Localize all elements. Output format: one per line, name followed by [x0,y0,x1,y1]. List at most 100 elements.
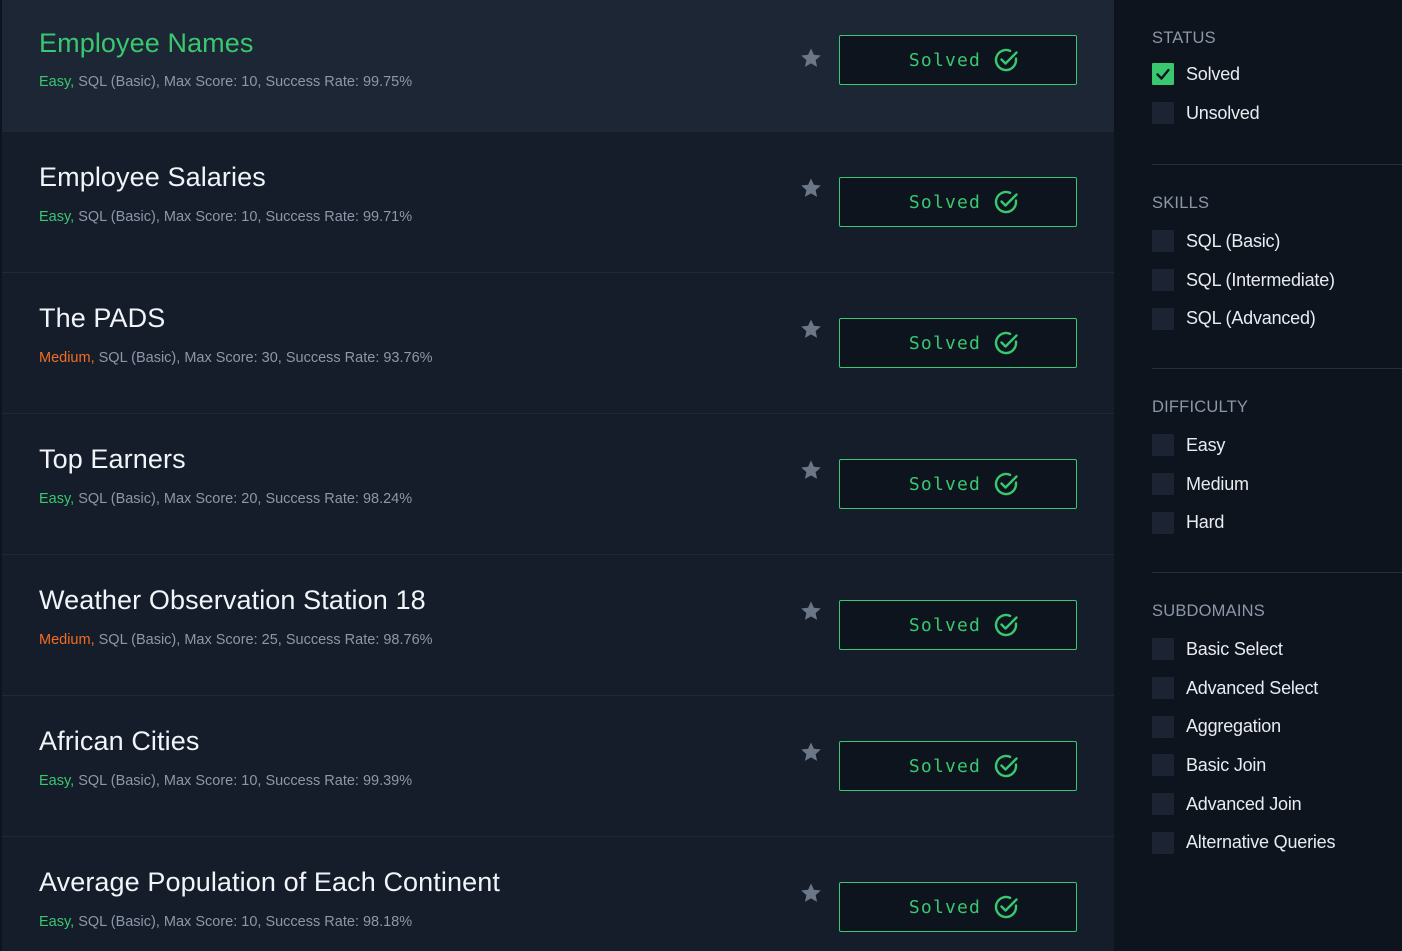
filter-option-sql-intermediate[interactable]: SQL (Intermediate) [1152,261,1402,300]
solved-label: Solved [908,755,982,777]
challenge-meta: Easy, SQL (Basic), Max Score: 10, Succes… [39,773,412,789]
difficulty-label: Easy, [39,209,75,225]
checkbox[interactable] [1152,677,1174,700]
challenge-meta: Easy, SQL (Basic), Max Score: 10, Succes… [39,209,412,225]
filter-label: Basic Join [1186,754,1267,775]
solved-label: Solved [908,191,982,213]
filter-heading: SKILLS [1152,194,1210,212]
challenge-title[interactable]: Average Population of Each Continent [39,867,500,898]
filter-option-easy[interactable]: Easy [1152,426,1402,465]
solved-label: Solved [908,332,982,354]
challenge-row[interactable]: Employee Salaries Easy, SQL (Basic), Max… [2,132,1114,273]
star-icon[interactable] [799,317,823,341]
challenge-title[interactable]: Employee Salaries [39,162,266,193]
section-divider [1152,368,1402,369]
checkbox[interactable] [1152,307,1174,330]
challenge-row[interactable]: Top Earners Easy, SQL (Basic), Max Score… [2,414,1114,555]
checkbox[interactable] [1152,230,1174,253]
checkbox[interactable] [1152,511,1174,534]
filter-option-alternative-queries[interactable]: Alternative Queries [1152,823,1402,862]
filter-option-hard[interactable]: Hard [1152,503,1402,542]
filter-option-basic-select[interactable]: Basic Select [1152,630,1402,669]
filter-option-sql-basic[interactable]: SQL (Basic) [1152,222,1402,261]
difficulty-label: Medium, [39,632,95,648]
check-circle-icon [994,48,1018,72]
checkbox[interactable] [1152,434,1174,457]
challenge-row[interactable]: The PADS Medium, SQL (Basic), Max Score:… [2,273,1114,414]
challenge-row[interactable]: African Cities Easy, SQL (Basic), Max Sc… [2,696,1114,837]
challenge-row[interactable]: Employee Names Easy, SQL (Basic), Max Sc… [2,0,1114,132]
star-icon[interactable] [799,458,823,482]
challenge-title[interactable]: Top Earners [39,444,186,475]
star-icon[interactable] [799,740,823,764]
filter-option-basic-join[interactable]: Basic Join [1152,746,1402,785]
filter-label: SQL (Basic) [1186,230,1281,251]
check-circle-icon [994,895,1018,919]
solved-button[interactable]: Solved [839,318,1077,368]
star-icon[interactable] [799,881,823,905]
checkbox[interactable] [1152,102,1174,125]
filter-heading: SUBDOMAINS [1152,602,1265,620]
checkbox[interactable] [1152,269,1174,292]
difficulty-label: Easy, [39,914,75,930]
challenge-meta: Easy, SQL (Basic), Max Score: 20, Succes… [39,491,412,507]
difficulty-label: Easy, [39,773,75,789]
checkbox[interactable] [1152,473,1174,496]
star-icon[interactable] [799,46,823,70]
solved-button[interactable]: Solved [839,35,1077,85]
star-icon[interactable] [799,599,823,623]
difficulty-label: Medium, [39,350,95,366]
checkbox[interactable] [1152,754,1174,777]
difficulty-label: Easy, [39,74,75,90]
challenge-title[interactable]: Employee Names [39,28,254,59]
filter-label: Easy [1186,434,1226,455]
checkbox[interactable] [1152,715,1174,738]
star-icon[interactable] [799,176,823,200]
solved-button[interactable]: Solved [839,882,1077,932]
challenge-meta: Easy, SQL (Basic), Max Score: 10, Succes… [39,74,412,90]
checkbox[interactable] [1152,638,1174,661]
filter-status: STATUS Solved Unsolved [1152,28,1402,132]
filter-option-unsolved[interactable]: Unsolved [1152,94,1402,133]
filter-label: Basic Select [1186,638,1283,659]
filter-label: Advanced Join [1186,793,1302,814]
check-circle-icon [994,190,1018,214]
solved-button[interactable]: Solved [839,177,1077,227]
check-circle-icon [994,331,1018,355]
filter-option-aggregation[interactable]: Aggregation [1152,707,1402,746]
filter-heading: DIFFICULTY [1152,398,1249,416]
check-circle-icon [994,472,1018,496]
solved-button[interactable]: Solved [839,600,1077,650]
challenge-list: Employee Names Easy, SQL (Basic), Max Sc… [0,0,1114,951]
filter-option-medium[interactable]: Medium [1152,465,1402,504]
challenge-meta: Medium, SQL (Basic), Max Score: 30, Succ… [39,350,433,366]
solved-button[interactable]: Solved [839,459,1077,509]
filter-option-sql-advanced[interactable]: SQL (Advanced) [1152,299,1402,338]
solved-button[interactable]: Solved [839,741,1077,791]
filter-sidebar: STATUS Solved Unsolved SKILLS SQL (Basic… [1114,0,1402,951]
filter-option-solved[interactable]: Solved [1152,55,1402,94]
challenge-row[interactable]: Average Population of Each Continent Eas… [2,837,1114,951]
filter-label: SQL (Advanced) [1186,308,1316,329]
challenge-title[interactable]: African Cities [39,726,199,757]
challenge-details: SQL (Basic), Max Score: 25, Success Rate… [94,632,433,648]
challenge-row[interactable]: Weather Observation Station 18 Medium, S… [2,555,1114,696]
filter-option-advanced-join[interactable]: Advanced Join [1152,785,1402,824]
challenge-details: SQL (Basic), Max Score: 30, Success Rate… [94,350,433,366]
solved-label: Solved [908,614,982,636]
challenge-meta: Easy, SQL (Basic), Max Score: 10, Succes… [39,914,412,930]
challenge-details: SQL (Basic), Max Score: 10, Success Rate… [74,209,413,225]
filter-label: Advanced Select [1186,677,1319,698]
filter-label: Aggregation [1186,716,1281,737]
challenge-title[interactable]: Weather Observation Station 18 [39,585,426,616]
difficulty-label: Easy, [39,491,75,507]
challenge-details: SQL (Basic), Max Score: 10, Success Rate… [74,914,413,930]
checkbox[interactable] [1152,793,1174,816]
challenge-title[interactable]: The PADS [39,303,165,334]
checkbox[interactable] [1152,831,1174,854]
solved-label: Solved [908,896,982,918]
solved-label: Solved [908,49,982,71]
challenge-details: SQL (Basic), Max Score: 20, Success Rate… [74,491,413,507]
filter-option-advanced-select[interactable]: Advanced Select [1152,669,1402,708]
checkbox-checked[interactable] [1152,63,1174,86]
